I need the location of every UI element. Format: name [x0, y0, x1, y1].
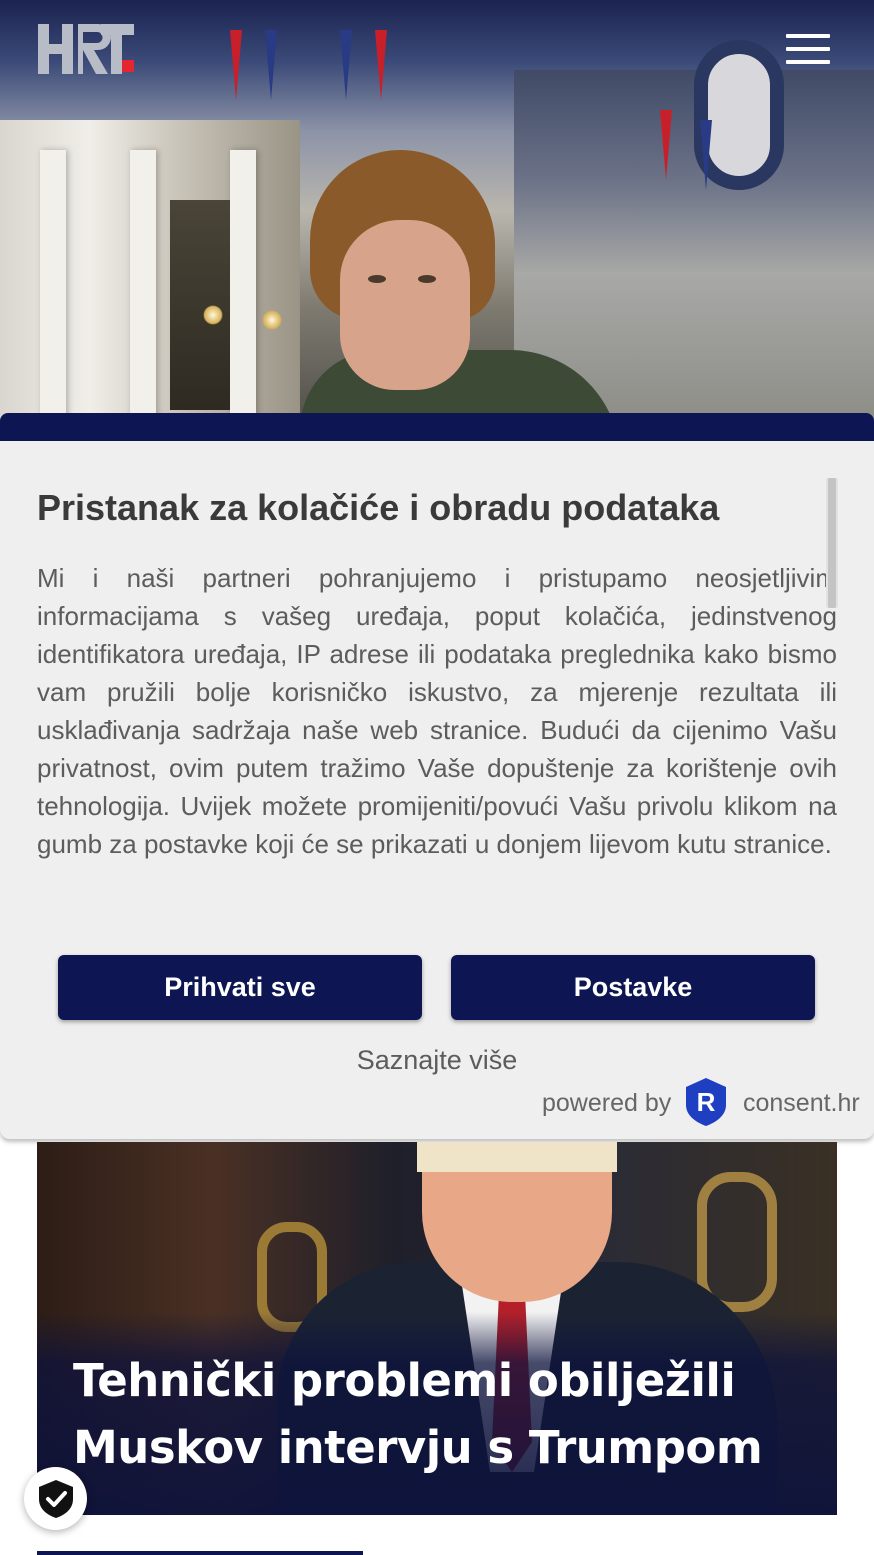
- powered-by-label: powered by: [542, 1089, 672, 1117]
- hamburger-line: [786, 60, 830, 64]
- learn-more-link[interactable]: Saznajte više: [0, 1045, 874, 1076]
- consent-r-logo-letter: R: [697, 1087, 716, 1117]
- hrt-logo-mark: [38, 24, 134, 74]
- section-underline: [37, 1551, 363, 1555]
- hero-person-eye: [418, 275, 436, 283]
- hero-bunting: [375, 30, 387, 100]
- consent-provider-name: consent.hr: [743, 1089, 860, 1117]
- hamburger-line: [786, 47, 830, 51]
- powered-by-consent[interactable]: powered by R consent.hr: [542, 1078, 872, 1135]
- consent-dialog: Pristanak za kolačiće i obradu podataka …: [0, 441, 874, 1139]
- article-title[interactable]: Tehnički problemi obilježili Muskov inte…: [73, 1347, 803, 1481]
- consent-scrollbar-thumb[interactable]: [828, 478, 836, 608]
- consent-title: Pristanak za kolačiće i obradu podataka: [37, 487, 720, 528]
- hero-bunting: [265, 30, 277, 100]
- hero-person-eye: [368, 275, 386, 283]
- hero-pillar: [130, 150, 156, 440]
- hero-pillar: [40, 150, 66, 440]
- hero-lamp: [203, 305, 223, 325]
- consent-r-logo-icon: R: [686, 1078, 726, 1126]
- article-person-hair: [417, 1142, 617, 1172]
- hero-person: [300, 150, 620, 440]
- settings-button[interactable]: Postavke: [451, 955, 815, 1020]
- accept-all-button[interactable]: Prihvati sve: [58, 955, 422, 1020]
- hero-bunting: [230, 30, 242, 100]
- hero-pillar: [230, 150, 256, 440]
- consent-settings-badge[interactable]: [24, 1467, 87, 1530]
- article-card[interactable]: Tehnički problemi obilježili Muskov inte…: [37, 1142, 837, 1515]
- hero-bunting: [340, 30, 352, 100]
- consent-body-text: Mi i naši partneri pohranjujemo i pristu…: [37, 563, 837, 859]
- shield-check-icon: [38, 1479, 73, 1518]
- consent-header-band: [0, 413, 874, 443]
- hero-person-face: [340, 220, 470, 390]
- hero-window: [170, 200, 230, 410]
- hero-lamp: [262, 310, 282, 330]
- hamburger-line: [786, 34, 830, 38]
- hrt-logo[interactable]: [38, 24, 134, 74]
- hamburger-menu-icon[interactable]: [786, 34, 830, 64]
